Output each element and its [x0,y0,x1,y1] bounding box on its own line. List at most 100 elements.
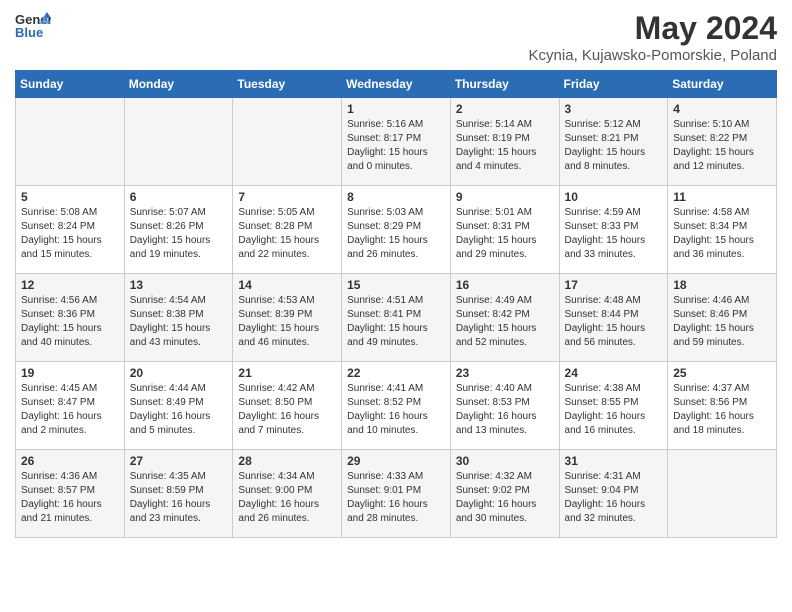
cell-info: Sunrise: 4:31 AM Sunset: 9:04 PM Dayligh… [565,470,664,526]
day-number: 31 [565,454,664,468]
cell-info: Sunrise: 4:41 AM Sunset: 8:52 PM Dayligh… [347,382,446,438]
calendar-cell: 1 Sunrise: 5:16 AM Sunset: 8:17 PM Daylig… [342,98,451,186]
cell-info: Sunrise: 4:54 AM Sunset: 8:38 PM Dayligh… [130,294,229,350]
day-number: 28 [238,454,337,468]
title-block: May 2024 Kcynia, Kujawsko-Pomorskie, Pol… [529,10,777,64]
page-header: General Blue May 2024 Kcynia, Kujawsko-P… [15,10,777,64]
calendar-cell: 13 Sunrise: 4:54 AM Sunset: 8:38 PM Dayli… [124,274,233,362]
week-row-4: 19 Sunrise: 4:45 AM Sunset: 8:47 PM Dayli… [16,362,777,450]
cell-info: Sunrise: 4:45 AM Sunset: 8:47 PM Dayligh… [21,382,120,438]
day-number: 24 [565,366,664,380]
calendar-cell: 17 Sunrise: 4:48 AM Sunset: 8:44 PM Dayli… [559,274,668,362]
day-number: 18 [673,278,772,292]
calendar-cell: 2 Sunrise: 5:14 AM Sunset: 8:19 PM Daylig… [450,98,559,186]
calendar-cell: 15 Sunrise: 4:51 AM Sunset: 8:41 PM Dayli… [342,274,451,362]
calendar-cell [233,98,342,186]
day-number: 1 [347,102,446,116]
calendar-cell: 7 Sunrise: 5:05 AM Sunset: 8:28 PM Daylig… [233,186,342,274]
day-number: 21 [238,366,337,380]
calendar-cell: 3Sunrise: 5:12 AM Sunset: 8:21 PM Daylig… [559,98,668,186]
day-number: 2 [456,102,555,116]
cell-info: Sunrise: 4:36 AM Sunset: 8:57 PM Dayligh… [21,470,120,526]
calendar-cell: 9Sunrise: 5:01 AM Sunset: 8:31 PM Daylig… [450,186,559,274]
day-number: 10 [565,190,664,204]
day-number: 13 [130,278,229,292]
calendar-cell [124,98,233,186]
cell-info: Sunrise: 4:56 AM Sunset: 8:36 PM Dayligh… [21,294,120,350]
day-number: 25 [673,366,772,380]
day-number: 9 [456,190,555,204]
cell-info: Sunrise: 4:53 AM Sunset: 8:39 PM Dayligh… [238,294,337,350]
cell-info: Sunrise: 4:34 AM Sunset: 9:00 PM Dayligh… [238,470,337,526]
calendar-cell: 29 Sunrise: 4:33 AM Sunset: 9:01 PM Dayli… [342,450,451,538]
cell-info: Sunrise: 5:16 AM Sunset: 8:17 PM Dayligh… [347,118,446,174]
day-number: 7 [238,190,337,204]
cell-info: Sunrise: 4:33 AM Sunset: 9:01 PM Dayligh… [347,470,446,526]
cell-info: Sunrise: 4:35 AM Sunset: 8:59 PM Dayligh… [130,470,229,526]
day-number: 22 [347,366,446,380]
cell-info: Sunrise: 4:40 AM Sunset: 8:53 PM Dayligh… [456,382,555,438]
cell-info: Sunrise: 4:59 AM Sunset: 8:33 PM Dayligh… [565,206,664,262]
calendar-cell: 11Sunrise: 4:58 AM Sunset: 8:34 PM Dayli… [668,186,777,274]
calendar-cell [668,450,777,538]
calendar-cell: 6 Sunrise: 5:07 AM Sunset: 8:26 PM Daylig… [124,186,233,274]
day-header-monday: Monday [124,71,233,98]
day-number: 12 [21,278,120,292]
day-number: 17 [565,278,664,292]
cell-info: Sunrise: 4:58 AM Sunset: 8:34 PM Dayligh… [673,206,772,262]
calendar-cell: 14Sunrise: 4:53 AM Sunset: 8:39 PM Dayli… [233,274,342,362]
cell-info: Sunrise: 4:44 AM Sunset: 8:49 PM Dayligh… [130,382,229,438]
cell-info: Sunrise: 4:38 AM Sunset: 8:55 PM Dayligh… [565,382,664,438]
cell-info: Sunrise: 5:10 AM Sunset: 8:22 PM Dayligh… [673,118,772,174]
calendar-cell: 12 Sunrise: 4:56 AM Sunset: 8:36 PM Dayli… [16,274,125,362]
cell-info: Sunrise: 4:37 AM Sunset: 8:56 PM Dayligh… [673,382,772,438]
calendar-cell: 30 Sunrise: 4:32 AM Sunset: 9:02 PM Dayli… [450,450,559,538]
calendar-cell: 23 Sunrise: 4:40 AM Sunset: 8:53 PM Dayli… [450,362,559,450]
day-number: 23 [456,366,555,380]
day-number: 4 [673,102,772,116]
cell-info: Sunrise: 5:08 AM Sunset: 8:24 PM Dayligh… [21,206,120,262]
week-row-2: 5 Sunrise: 5:08 AM Sunset: 8:24 PM Daylig… [16,186,777,274]
cell-info: Sunrise: 4:46 AM Sunset: 8:46 PM Dayligh… [673,294,772,350]
calendar-cell: 5 Sunrise: 5:08 AM Sunset: 8:24 PM Daylig… [16,186,125,274]
day-number: 6 [130,190,229,204]
calendar-cell [16,98,125,186]
calendar-cell: 18 Sunrise: 4:46 AM Sunset: 8:46 PM Dayli… [668,274,777,362]
cell-info: Sunrise: 4:49 AM Sunset: 8:42 PM Dayligh… [456,294,555,350]
cell-info: Sunrise: 4:32 AM Sunset: 9:02 PM Dayligh… [456,470,555,526]
day-header-sunday: Sunday [16,71,125,98]
week-row-1: 1 Sunrise: 5:16 AM Sunset: 8:17 PM Daylig… [16,98,777,186]
day-number: 30 [456,454,555,468]
cell-info: Sunrise: 4:51 AM Sunset: 8:41 PM Dayligh… [347,294,446,350]
calendar-cell: 4 Sunrise: 5:10 AM Sunset: 8:22 PM Daylig… [668,98,777,186]
week-row-5: 26Sunrise: 4:36 AM Sunset: 8:57 PM Dayli… [16,450,777,538]
calendar-cell: 19 Sunrise: 4:45 AM Sunset: 8:47 PM Dayli… [16,362,125,450]
week-row-3: 12 Sunrise: 4:56 AM Sunset: 8:36 PM Dayli… [16,274,777,362]
day-number: 5 [21,190,120,204]
calendar-cell: 24 Sunrise: 4:38 AM Sunset: 8:55 PM Dayli… [559,362,668,450]
subtitle: Kcynia, Kujawsko-Pomorskie, Poland [529,47,777,64]
cell-info: Sunrise: 4:48 AM Sunset: 8:44 PM Dayligh… [565,294,664,350]
calendar-cell: 26Sunrise: 4:36 AM Sunset: 8:57 PM Dayli… [16,450,125,538]
day-header-tuesday: Tuesday [233,71,342,98]
day-header-friday: Friday [559,71,668,98]
calendar-table: SundayMondayTuesdayWednesdayThursdayFrid… [15,70,777,538]
day-header-wednesday: Wednesday [342,71,451,98]
cell-info: Sunrise: 5:03 AM Sunset: 8:29 PM Dayligh… [347,206,446,262]
calendar-cell: 21Sunrise: 4:42 AM Sunset: 8:50 PM Dayli… [233,362,342,450]
main-title: May 2024 [529,10,777,47]
logo: General Blue [15,10,51,40]
svg-text:Blue: Blue [15,25,43,40]
day-number: 19 [21,366,120,380]
day-number: 8 [347,190,446,204]
day-number: 15 [347,278,446,292]
cell-info: Sunrise: 5:14 AM Sunset: 8:19 PM Dayligh… [456,118,555,174]
calendar-cell: 8 Sunrise: 5:03 AM Sunset: 8:29 PM Daylig… [342,186,451,274]
day-number: 29 [347,454,446,468]
calendar-cell: 31 Sunrise: 4:31 AM Sunset: 9:04 PM Dayli… [559,450,668,538]
cell-info: Sunrise: 5:07 AM Sunset: 8:26 PM Dayligh… [130,206,229,262]
cell-info: Sunrise: 5:12 AM Sunset: 8:21 PM Dayligh… [565,118,664,174]
calendar-cell: 20Sunrise: 4:44 AM Sunset: 8:49 PM Dayli… [124,362,233,450]
cell-info: Sunrise: 5:05 AM Sunset: 8:28 PM Dayligh… [238,206,337,262]
calendar-cell: 16Sunrise: 4:49 AM Sunset: 8:42 PM Dayli… [450,274,559,362]
